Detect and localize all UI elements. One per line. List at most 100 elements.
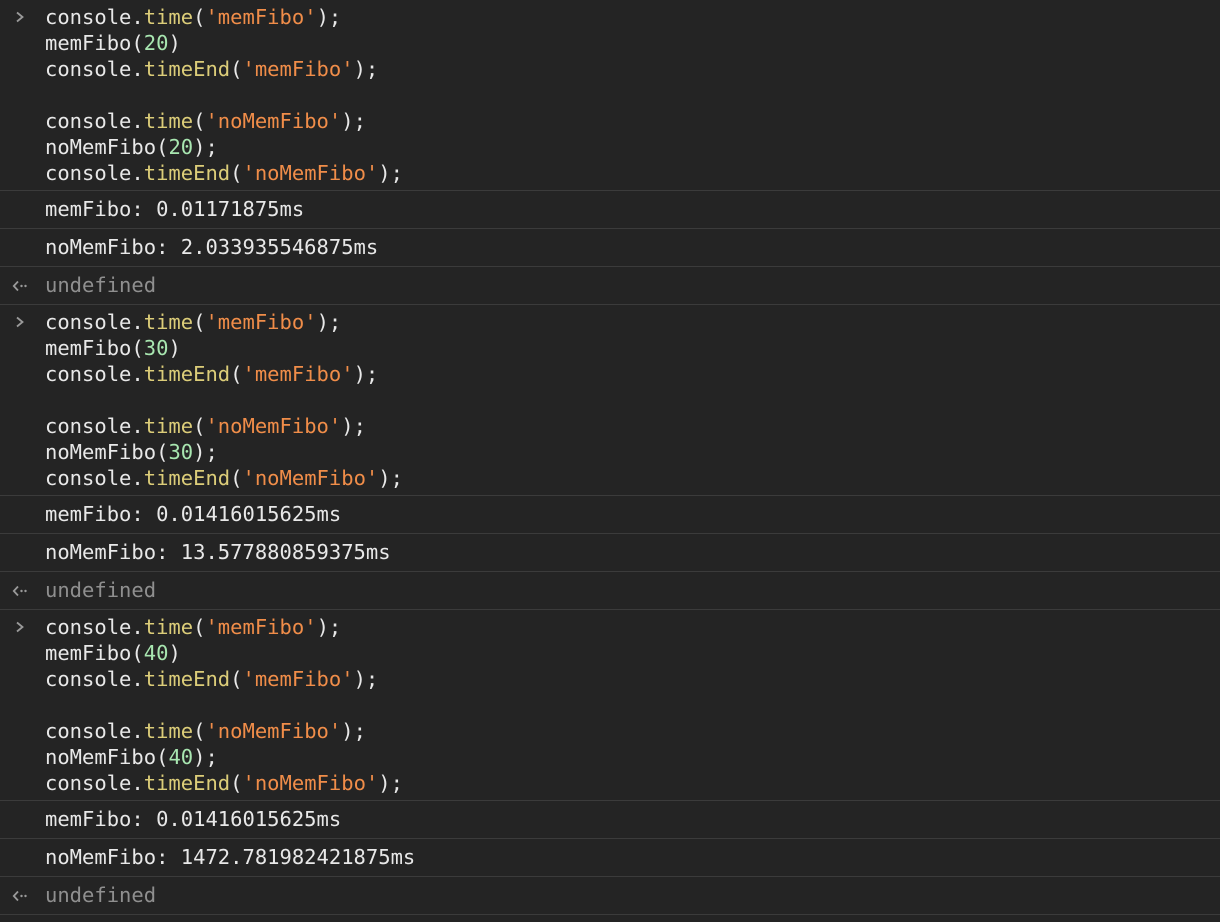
- code-line: console.time('memFibo');: [0, 4, 1220, 30]
- code-token-obj: console: [45, 667, 132, 691]
- code-token-punct: .: [131, 310, 144, 334]
- code-token-fn: time: [143, 5, 194, 29]
- code-token-punct: (: [131, 336, 144, 360]
- code-token-fn: timeEnd: [143, 771, 231, 795]
- code-token-obj: memFibo: [45, 31, 132, 55]
- code-token-obj: console: [45, 615, 132, 639]
- console-log-message: noMemFibo: 13.577880859375ms: [0, 534, 1220, 572]
- code-line: console.time('memFibo');: [0, 614, 1220, 640]
- return-arrow-icon: [11, 267, 29, 304]
- code-line: console.timeEnd('noMemFibo');: [0, 770, 1220, 796]
- code-token-punct: );: [378, 161, 403, 185]
- code-token-punct: (: [230, 667, 243, 691]
- code-token-punct: (: [193, 310, 206, 334]
- code-token-fn: time: [143, 719, 194, 743]
- code-line: console.timeEnd('noMemFibo');: [0, 160, 1220, 186]
- code-token-punct: .: [131, 109, 144, 133]
- code-token-punct: (: [193, 109, 206, 133]
- code-line: console.time('noMemFibo');: [0, 108, 1220, 134]
- chevron-right-icon: [13, 614, 27, 640]
- code-token-fn: time: [143, 615, 194, 639]
- code-token-punct: .: [131, 719, 144, 743]
- code-token-punct: );: [341, 109, 366, 133]
- code-token-punct: );: [193, 745, 218, 769]
- code-token-punct: (: [230, 466, 243, 490]
- code-token-punct: );: [341, 719, 366, 743]
- code-token-punct: (: [156, 745, 169, 769]
- code-token-str: 'noMemFibo': [242, 771, 379, 795]
- code-token-fn: time: [143, 109, 194, 133]
- code-token-str: 'memFibo': [205, 5, 317, 29]
- code-token-punct: (: [156, 135, 169, 159]
- code-token-str: 'noMemFibo': [205, 414, 342, 438]
- code-token-punct: (: [156, 440, 169, 464]
- code-token-punct: (: [230, 362, 243, 386]
- code-token-fn: timeEnd: [143, 57, 231, 81]
- code-token-fn: timeEnd: [143, 466, 231, 490]
- console-result: undefined: [0, 877, 1220, 915]
- code-token-punct: .: [131, 615, 144, 639]
- code-token-obj: noMemFibo: [45, 745, 157, 769]
- code-token-punct: );: [316, 5, 342, 29]
- code-token-punct: );: [353, 362, 379, 386]
- console-input-entry[interactable]: console.time('memFibo'); memFibo(20) conso…: [0, 0, 1220, 191]
- code-token-punct: (: [131, 31, 144, 55]
- console-input-entry[interactable]: console.time('memFibo'); memFibo(40) conso…: [0, 610, 1220, 801]
- code-token-punct: );: [378, 466, 403, 490]
- code-token-obj: console: [45, 466, 132, 490]
- code-token-punct: );: [353, 667, 379, 691]
- code-token-str: 'noMemFibo': [242, 161, 379, 185]
- code-line: console.timeEnd('memFibo');: [0, 666, 1220, 692]
- code-token-punct: (: [193, 414, 206, 438]
- code-token-fn: timeEnd: [143, 161, 231, 185]
- code-token-str: 'noMemFibo': [205, 109, 342, 133]
- devtools-console[interactable]: console.time('memFibo'); memFibo(20) conso…: [0, 0, 1220, 922]
- code-token-punct: ): [168, 641, 181, 665]
- code-token-punct: );: [193, 440, 218, 464]
- console-input-entry[interactable]: console.time('memFibo'); memFibo(30) conso…: [0, 305, 1220, 496]
- code-token-fn: time: [143, 414, 194, 438]
- code-token-punct: (: [131, 641, 144, 665]
- code-token-punct: .: [131, 466, 144, 490]
- code-token-str: 'memFibo': [242, 667, 354, 691]
- code-token-num: 30: [143, 336, 169, 360]
- code-token-num: 30: [168, 440, 194, 464]
- code-line: console.timeEnd('noMemFibo');: [0, 465, 1220, 491]
- code-token-punct: .: [131, 5, 144, 29]
- code-line: noMemFibo(40);: [0, 744, 1220, 770]
- code-token-str: 'memFibo': [242, 362, 354, 386]
- code-token-punct: .: [131, 771, 144, 795]
- code-token-punct: (: [193, 5, 206, 29]
- code-token-obj: memFibo: [45, 336, 132, 360]
- code-token-obj: console: [45, 362, 132, 386]
- code-token-str: 'noMemFibo': [205, 719, 342, 743]
- code-token-obj: console: [45, 771, 132, 795]
- code-token-punct: (: [193, 615, 206, 639]
- chevron-right-icon: [13, 4, 27, 30]
- console-log-message: memFibo: 0.01171875ms: [0, 191, 1220, 229]
- code-token-obj: memFibo: [45, 641, 132, 665]
- console-log-message: memFibo: 0.01416015625ms: [0, 496, 1220, 534]
- console-result: undefined: [0, 267, 1220, 305]
- code-token-str: 'memFibo': [242, 57, 354, 81]
- code-token-punct: (: [230, 161, 243, 185]
- code-token-punct: .: [131, 161, 144, 185]
- code-line: memFibo(30): [0, 335, 1220, 361]
- return-arrow-icon: [11, 877, 29, 914]
- result-value: undefined: [45, 273, 157, 297]
- code-token-str: 'memFibo': [205, 615, 317, 639]
- code-token-punct: .: [131, 362, 144, 386]
- code-token-punct: .: [131, 667, 144, 691]
- code-token-obj: console: [45, 414, 132, 438]
- code-token-punct: (: [193, 719, 206, 743]
- result-value: undefined: [45, 883, 157, 907]
- code-token-obj: console: [45, 109, 132, 133]
- console-log-message: noMemFibo: 2.033935546875ms: [0, 229, 1220, 267]
- code-token-fn: time: [143, 310, 194, 334]
- code-token-str: 'memFibo': [205, 310, 317, 334]
- code-token-fn: timeEnd: [143, 667, 231, 691]
- result-value: undefined: [45, 578, 157, 602]
- code-token-punct: );: [341, 414, 366, 438]
